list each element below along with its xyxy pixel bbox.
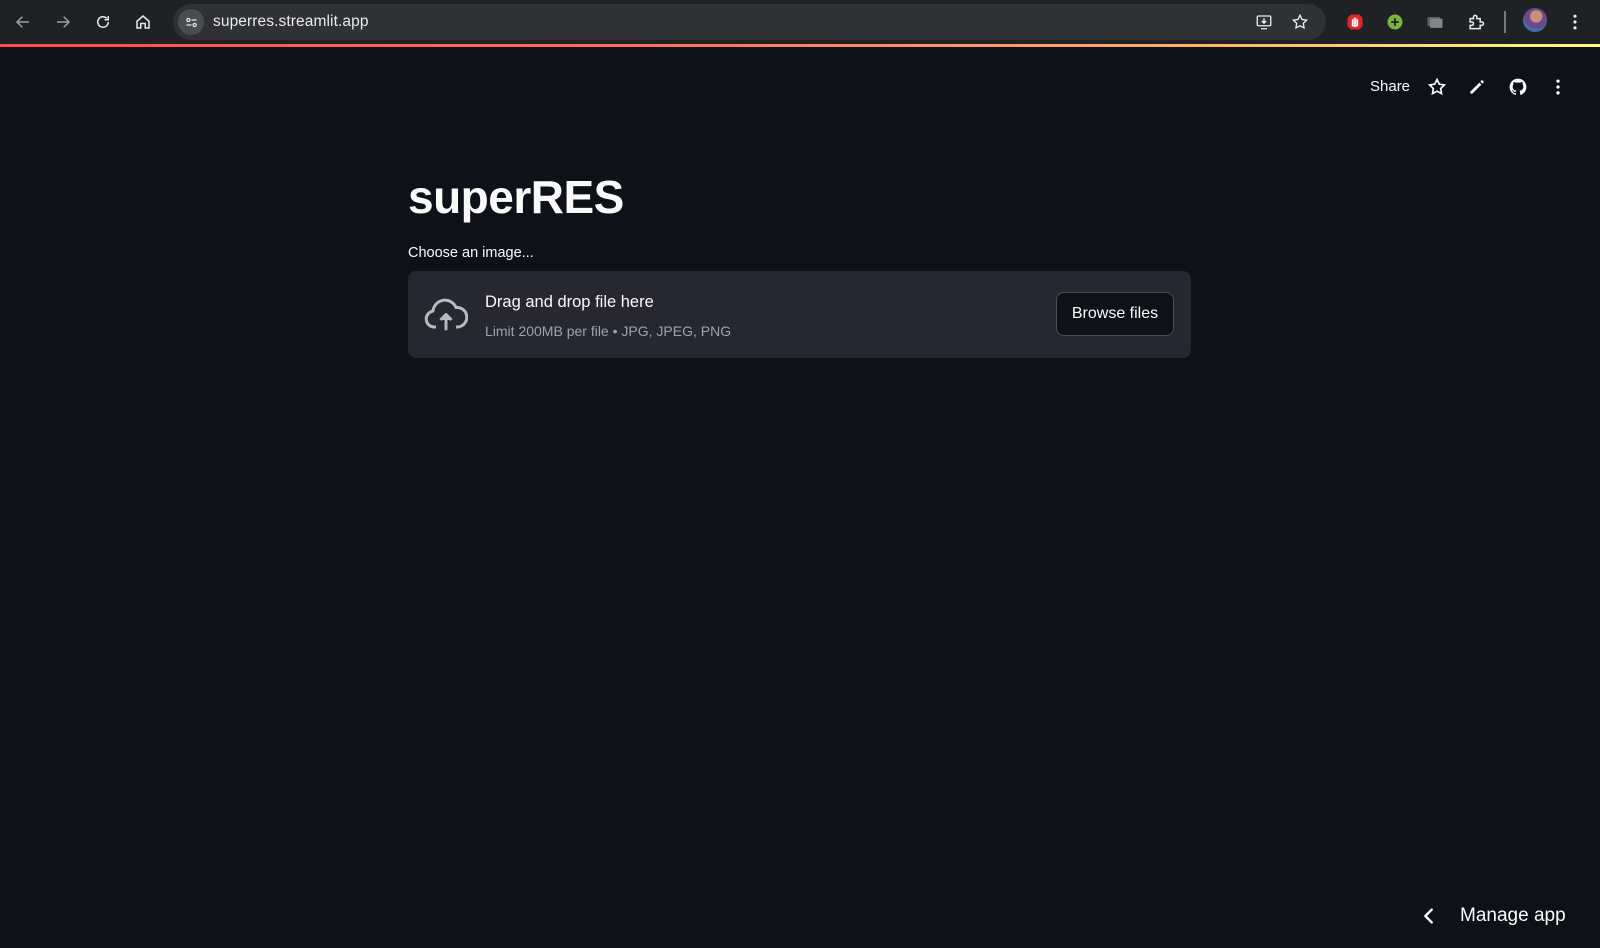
main-content: superRES Choose an image... Drag and dro… [408,170,1191,359]
edit-button[interactable] [1464,74,1490,100]
site-settings-icon [185,17,197,27]
chevron-left-icon [1424,908,1433,924]
extensions-button[interactable] [1463,9,1489,35]
reload-button[interactable] [88,7,118,37]
forward-arrow-icon [57,16,71,28]
manage-app-button[interactable]: Manage app [1418,896,1566,936]
forward-button[interactable] [48,7,78,37]
site-info-button[interactable] [178,9,204,35]
page-title: superRES [408,171,624,223]
browse-files-button[interactable]: Browse files [1056,292,1174,337]
reload-icon [97,16,109,28]
red-hand-extension-icon [1347,14,1363,30]
gray-folder-extension[interactable] [1422,9,1448,35]
browser-toolbar: superres.streamlit.app [0,0,1600,44]
main-menu-button[interactable] [1545,74,1571,100]
star-icon [1427,77,1447,96]
kebab-menu-icon [1556,79,1560,95]
back-button[interactable] [8,7,38,37]
url-text[interactable]: superres.streamlit.app [213,13,369,31]
dropzone-instructions: Drag and drop file here [485,293,654,312]
favorite-button[interactable] [1424,74,1450,100]
avatar[interactable] [1523,8,1547,32]
bookmark-button[interactable] [1289,11,1311,33]
browser-menu-button[interactable] [1562,9,1588,35]
share-button[interactable]: Share [1368,76,1412,97]
uploader-label: Choose an image... [408,245,534,262]
puzzle-extensions-icon [1469,14,1485,30]
star-icon [1291,13,1309,30]
file-dropzone[interactable]: Drag and drop file here Limit 200MB per … [408,271,1191,359]
home-button[interactable] [128,7,158,37]
green-plus-extension-icon [1387,14,1403,30]
red-hand-extension[interactable] [1342,9,1368,35]
install-app-icon [1256,15,1272,30]
cloud-upload-icon [424,298,468,331]
github-icon [1509,78,1527,95]
dropzone-file-limit: Limit 200MB per file • JPG, JPEG, PNG [485,323,732,340]
streamlit-accent-bar [0,44,1600,47]
github-button[interactable] [1505,74,1531,100]
gray-folder-extension-icon [1427,17,1443,28]
pencil-icon [1470,80,1484,94]
toolbar-divider [1504,11,1506,33]
address-bar[interactable]: superres.streamlit.app [173,4,1326,40]
back-arrow-icon [15,16,29,28]
manage-app-label: Manage app [1460,905,1566,926]
kebab-menu-icon [1573,14,1577,30]
green-plus-extension[interactable] [1382,9,1408,35]
install-app-button[interactable] [1253,11,1275,33]
home-icon [136,15,150,29]
